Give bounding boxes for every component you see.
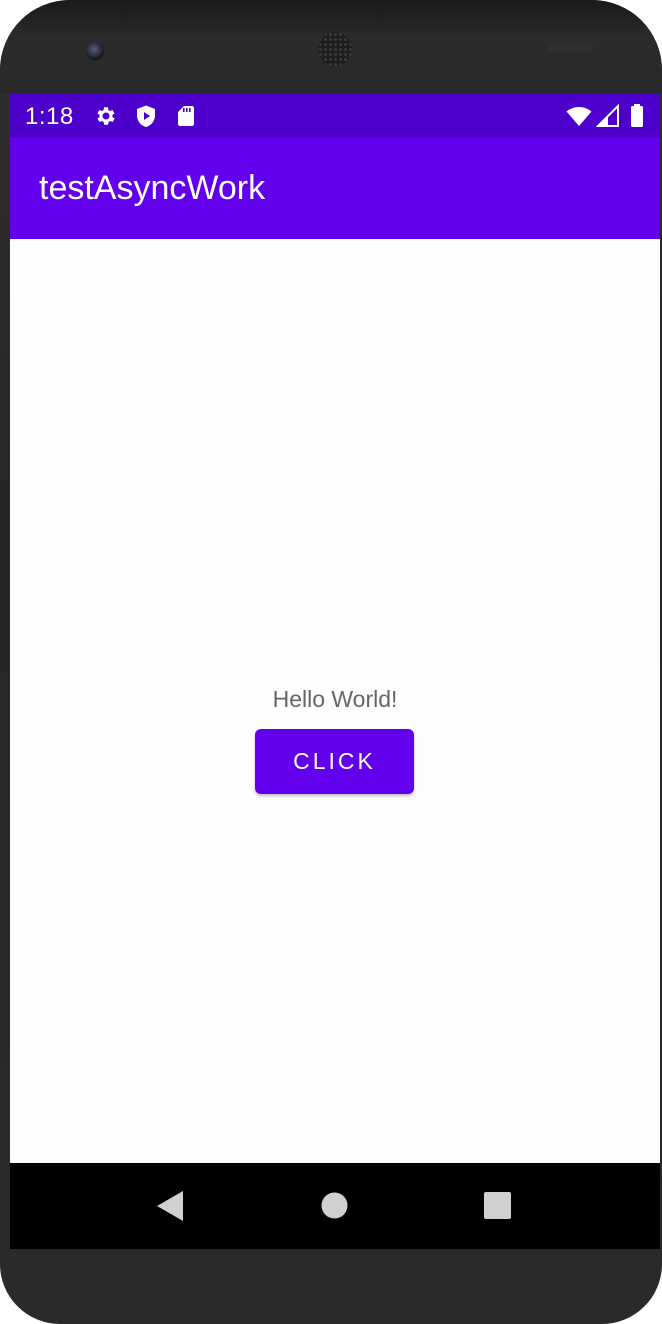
cell-signal-icon — [595, 103, 620, 128]
navigation-bar — [10, 1163, 660, 1249]
click-button[interactable]: CLICK — [255, 729, 414, 794]
hello-text: Hello World! — [272, 686, 398, 712]
device-screen: 1:18 testAsyncWork Hello World! CLICK — [10, 94, 660, 1249]
app-bar: testAsyncWork — [10, 138, 660, 239]
earpiece-speaker — [318, 32, 352, 66]
settings-icon — [94, 104, 118, 128]
app-title: testAsyncWork — [39, 169, 266, 207]
phone-frame: 1:18 testAsyncWork Hello World! CLICK — [0, 0, 662, 1324]
play-protect-icon — [134, 104, 158, 128]
wifi-icon — [566, 104, 592, 128]
battery-icon — [628, 104, 646, 128]
back-icon[interactable] — [157, 1191, 185, 1226]
main-content: Hello World! CLICK — [10, 239, 660, 1163]
status-time: 1:18 — [25, 103, 74, 130]
status-bar: 1:18 — [10, 94, 660, 138]
front-camera — [86, 42, 104, 60]
recents-icon[interactable] — [484, 1192, 511, 1224]
home-icon[interactable] — [321, 1192, 348, 1224]
proximity-sensor — [548, 44, 594, 52]
sd-card-icon — [174, 104, 198, 128]
